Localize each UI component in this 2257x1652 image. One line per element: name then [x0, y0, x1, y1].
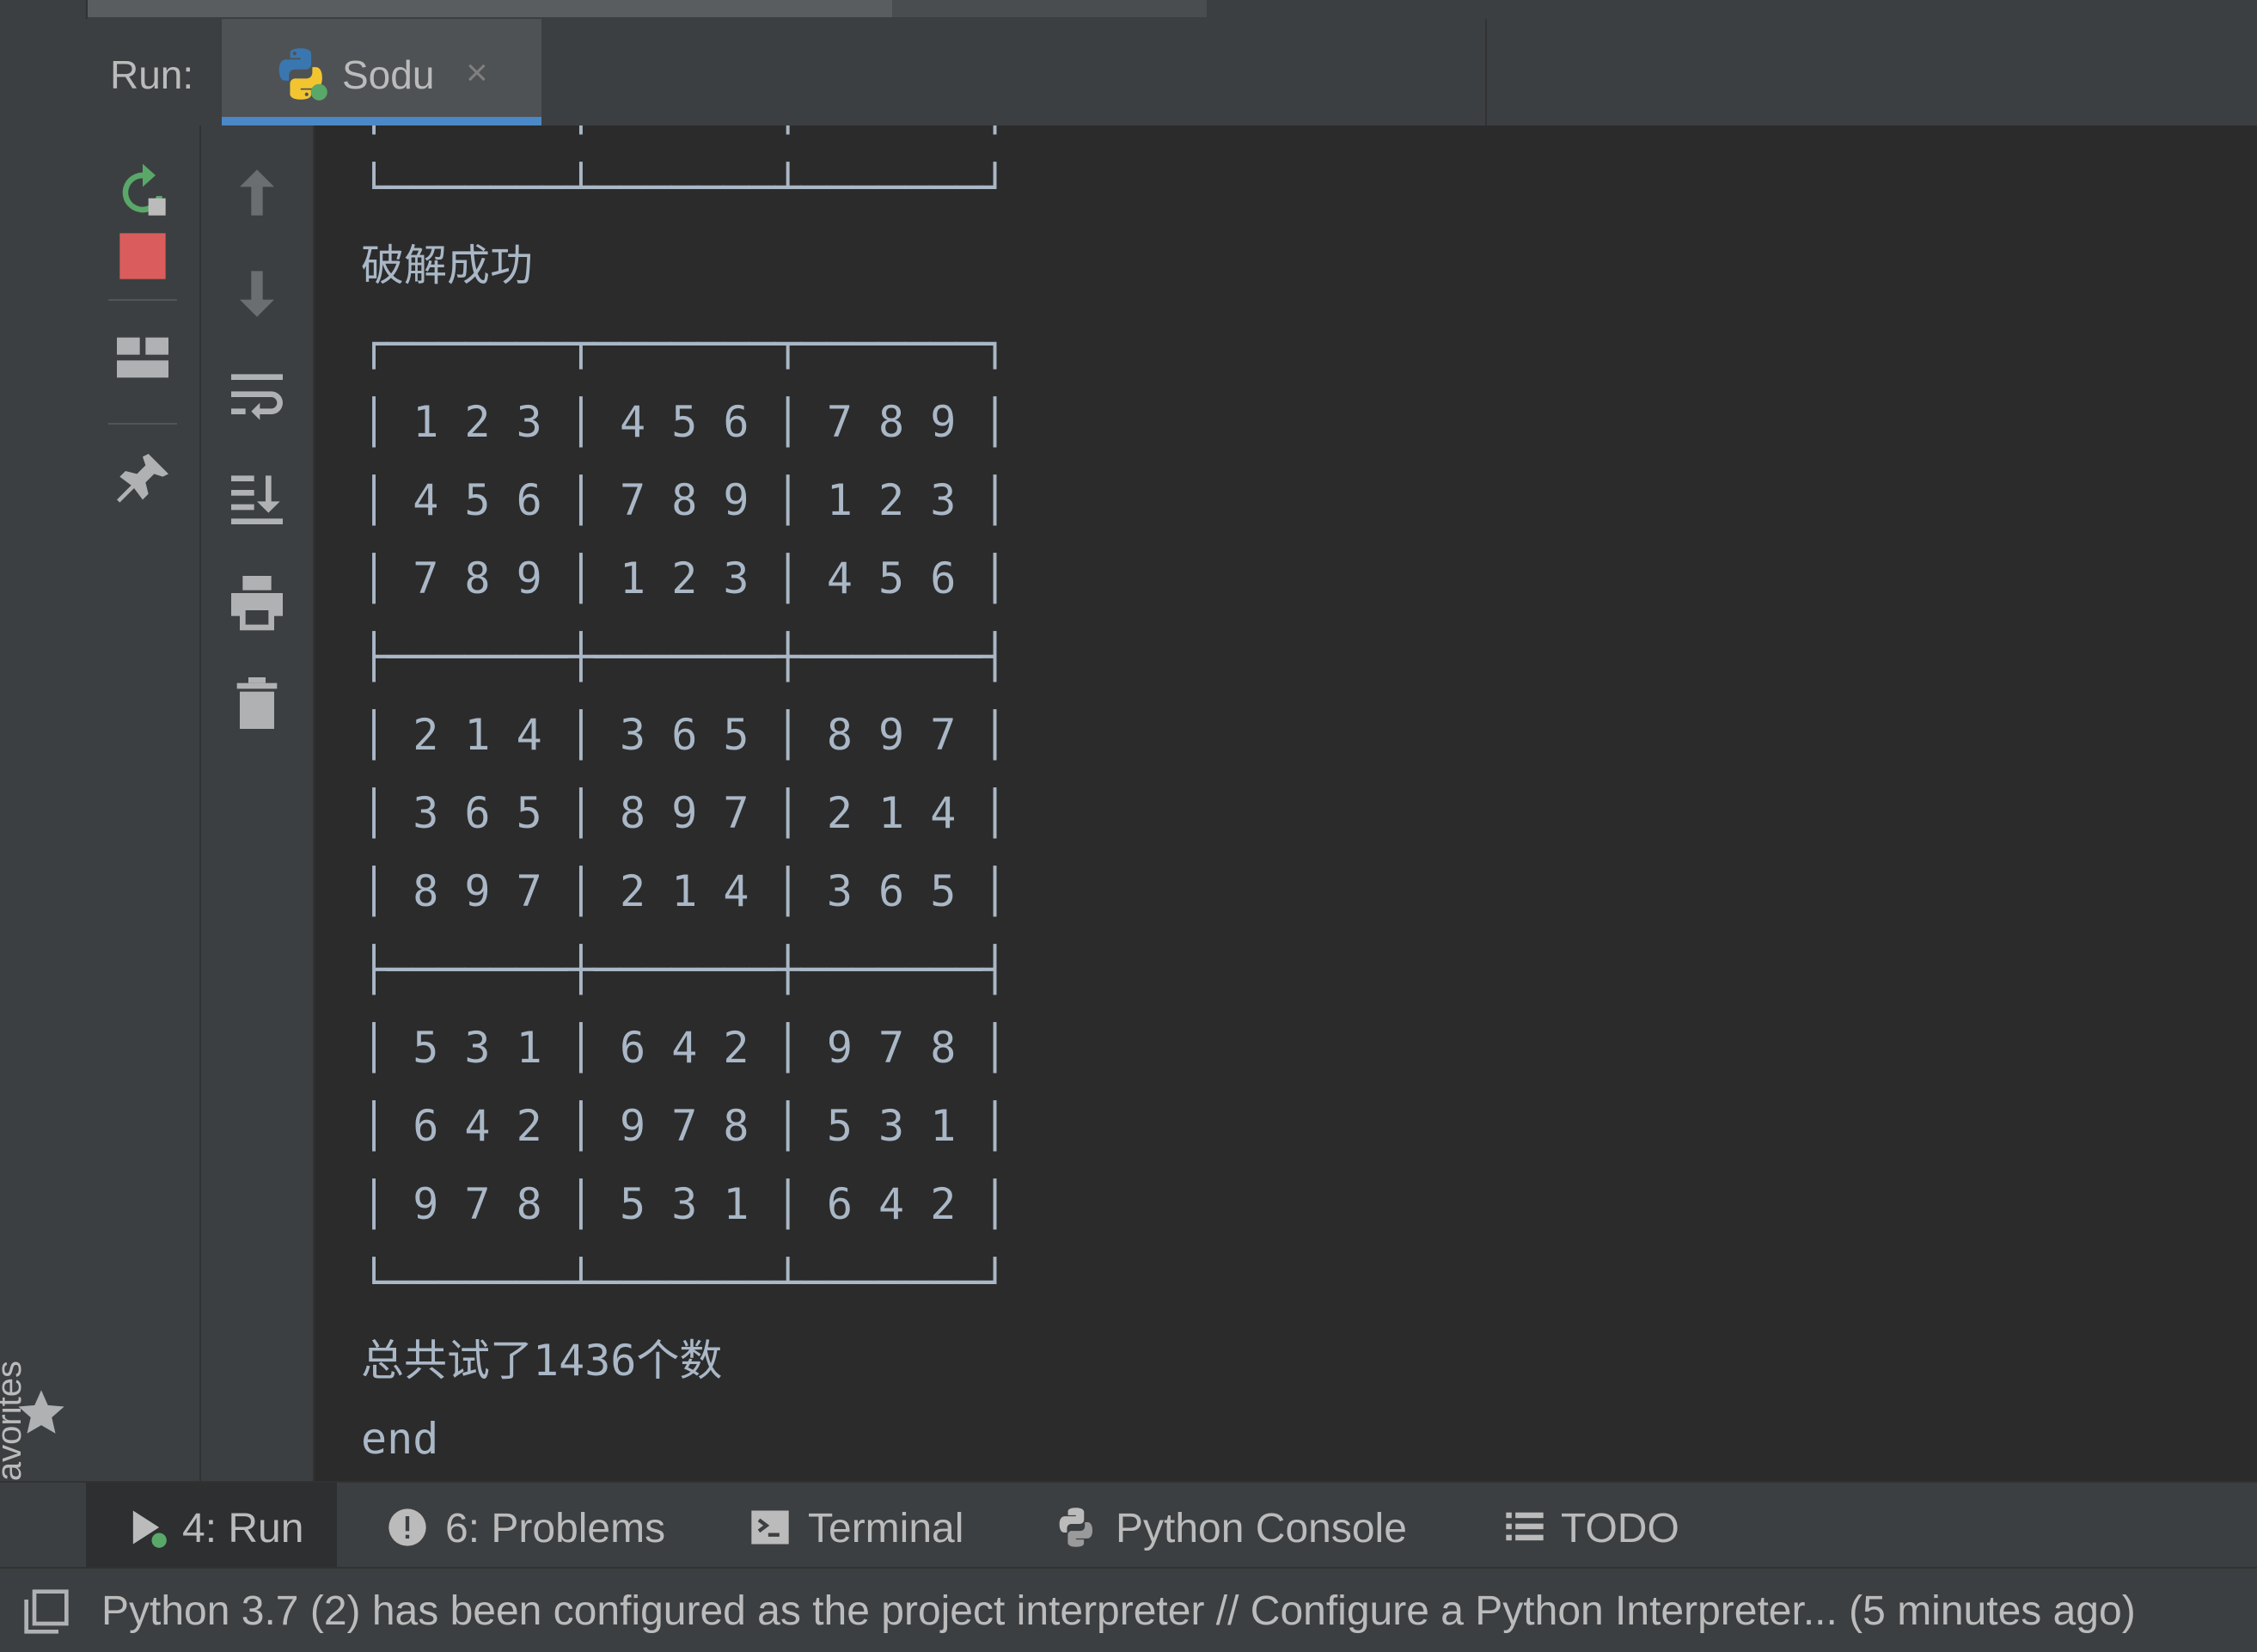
- list-icon: [1502, 1505, 1547, 1550]
- run-icon: [124, 1505, 168, 1550]
- close-icon[interactable]: ×: [466, 52, 488, 95]
- editor-tab-strip: [0, 0, 2257, 19]
- stop-icon[interactable]: [108, 222, 177, 291]
- status-bar: Python 3.7 (2) has been configured as th…: [0, 1567, 2257, 1652]
- tab-run-label: 4: Run: [182, 1506, 304, 1551]
- run-panel-header: Run: Sodu ×: [86, 19, 2257, 127]
- warning-icon: [385, 1505, 430, 1550]
- run-toolbar-primary: [86, 125, 201, 1481]
- header-divider: [1485, 19, 1487, 125]
- run-tab-sodu[interactable]: Sodu ×: [222, 19, 541, 125]
- tab-terminal-label: Terminal: [808, 1506, 964, 1551]
- star-icon: [14, 1386, 69, 1441]
- bottom-tool-window-bar: 4: Run 6: Problems Terminal Python Conso…: [0, 1481, 2257, 1569]
- terminal-icon: [748, 1505, 792, 1550]
- run-panel-label: Run:: [110, 52, 194, 97]
- python-icon: [272, 45, 330, 103]
- tab-python-console[interactable]: Python Console: [1054, 1483, 1432, 1569]
- editor-tab-active[interactable]: [88, 0, 892, 17]
- pin-icon[interactable]: [108, 445, 177, 514]
- python-console-icon: [1054, 1505, 1098, 1550]
- tab-python-console-label: Python Console: [1116, 1506, 1407, 1551]
- tab-run[interactable]: 4: Run: [86, 1483, 337, 1569]
- console-text: │ 9 7 8 │ 5 3 1 │ 6 4 1 │ └───────┴─────…: [361, 125, 1008, 1464]
- toolbar-separator: [108, 423, 177, 425]
- toolbar-separator: [108, 299, 177, 301]
- scroll-to-end-icon[interactable]: [223, 464, 291, 533]
- layout-icon[interactable]: [108, 323, 177, 392]
- editor-tab[interactable]: [892, 0, 1207, 17]
- tab-terminal[interactable]: Terminal: [748, 1483, 1014, 1569]
- up-arrow-icon[interactable]: [223, 158, 291, 227]
- rerun-icon[interactable]: [108, 158, 177, 227]
- tab-problems-label: 6: Problems: [445, 1506, 666, 1551]
- soft-wrap-icon[interactable]: [223, 363, 291, 431]
- run-console-output[interactable]: │ 9 7 8 │ 5 3 1 │ 6 4 1 │ └───────┴─────…: [315, 125, 2257, 1481]
- tab-problems[interactable]: 6: Problems: [385, 1483, 677, 1569]
- status-message[interactable]: Python 3.7 (2) has been configured as th…: [101, 1588, 2136, 1635]
- toggle-tool-windows-icon[interactable]: [22, 1588, 70, 1636]
- favorites-sidebar: 2: Favorites: [0, 0, 88, 1540]
- tab-todo-label: TODO: [1561, 1506, 1679, 1551]
- trash-icon[interactable]: [223, 669, 291, 737]
- run-toolbar-secondary: [201, 125, 315, 1481]
- run-tab-name: Sodu: [342, 52, 435, 97]
- down-arrow-icon[interactable]: [223, 260, 291, 328]
- active-tab-underline: [222, 117, 541, 125]
- tab-todo[interactable]: TODO: [1502, 1483, 1700, 1569]
- print-icon[interactable]: [223, 567, 291, 636]
